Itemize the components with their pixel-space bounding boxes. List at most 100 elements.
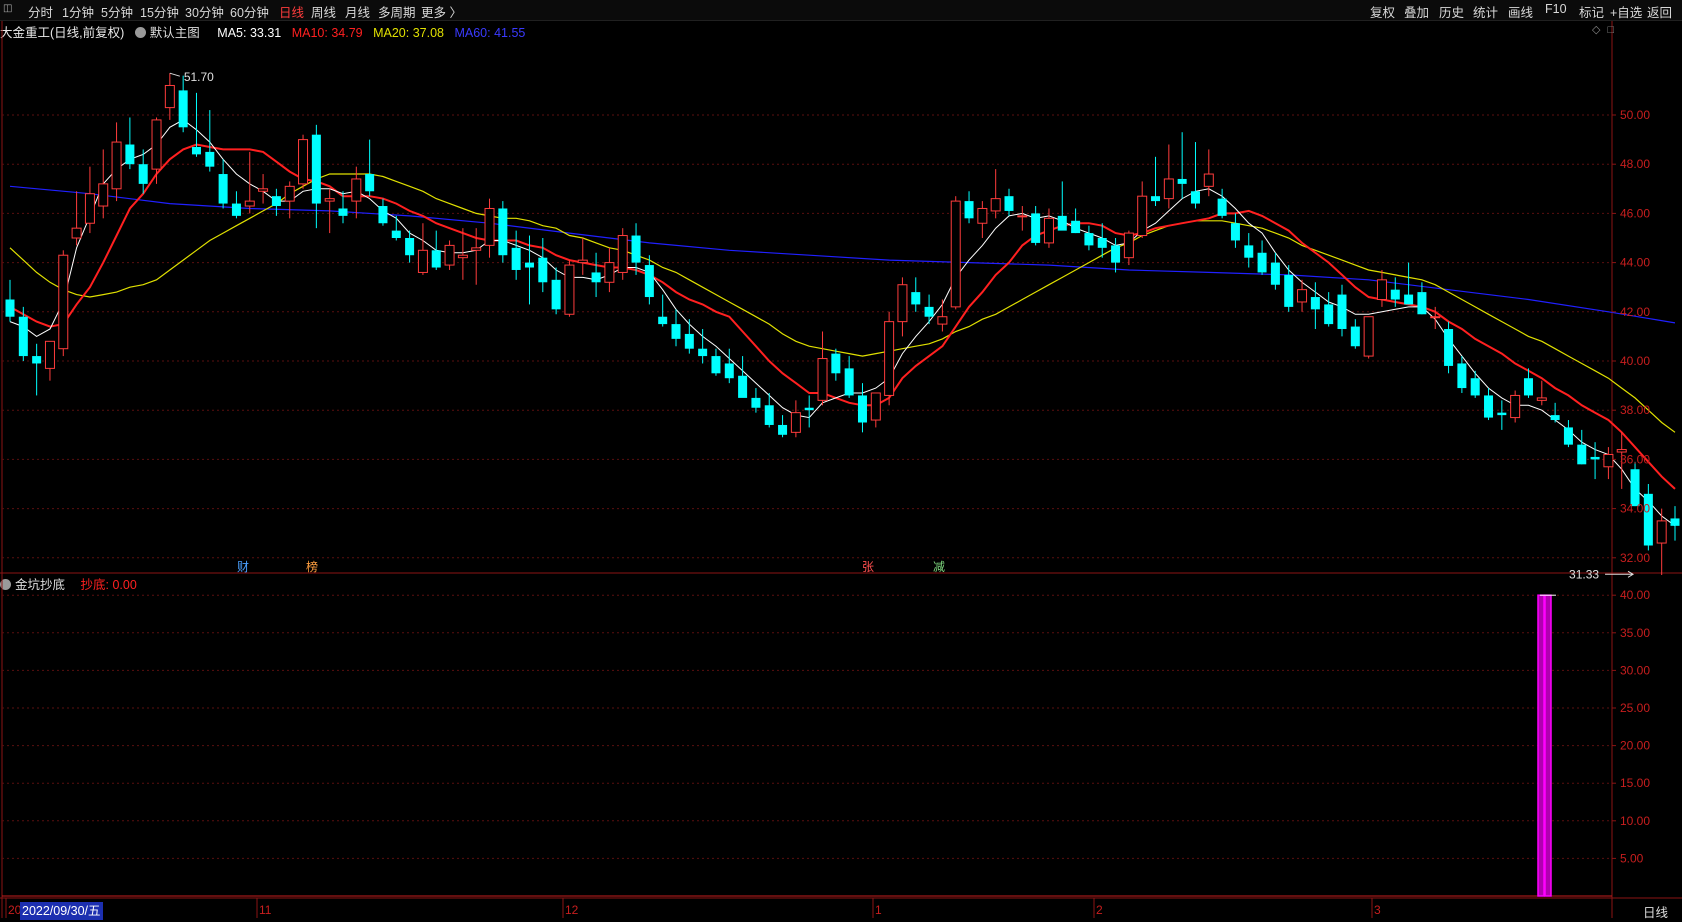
candle-body: [950, 200, 961, 308]
time-tick-label: 3: [1374, 903, 1381, 917]
candle-body: [698, 348, 708, 357]
candle-body: [564, 264, 575, 315]
event-flag-1[interactable]: 榜: [306, 558, 318, 575]
candle: [831, 348, 841, 381]
candle: [1230, 213, 1240, 248]
indicator-tick-label: 10.00: [1620, 814, 1650, 828]
candle: [1270, 252, 1280, 290]
candle: [551, 267, 561, 315]
candle: [511, 230, 521, 280]
candle-body: [1151, 196, 1161, 202]
candle: [1084, 225, 1094, 251]
event-flag-0[interactable]: 财: [237, 558, 249, 575]
candle: [1190, 142, 1200, 209]
candle-body: [804, 407, 814, 411]
candle: [44, 340, 55, 381]
candle-body: [1244, 245, 1254, 258]
candle-body: [1376, 279, 1387, 301]
candle-body: [1111, 245, 1121, 263]
price-tick-label: 46.00: [1620, 206, 1650, 220]
candle: [1337, 284, 1347, 337]
candle: [711, 348, 721, 376]
candle-body: [71, 227, 82, 239]
price-tick-label: 50.00: [1620, 108, 1650, 122]
candle-body: [244, 200, 255, 207]
candle: [258, 174, 269, 204]
candle: [1004, 188, 1014, 216]
candle: [1363, 316, 1374, 359]
candle-body: [831, 353, 841, 374]
candle: [1350, 319, 1360, 349]
ma10-line: [9, 143, 1676, 490]
candle: [32, 343, 42, 396]
candle-body: [684, 333, 694, 349]
candle-body: [724, 363, 734, 379]
time-tick-label: 11: [259, 903, 272, 917]
candle: [1284, 265, 1294, 312]
candle-body: [1297, 289, 1308, 303]
candle: [298, 134, 309, 189]
candle-body: [711, 356, 721, 374]
candle: [778, 415, 788, 438]
stock-chart[interactable]: 50.00 48.00 46.00 44.00 42.00 40.00 38.00 36.00…: [0, 0, 1682, 922]
price-tick-label: 34.00: [1620, 502, 1650, 516]
price-tick-label: 44.00: [1620, 256, 1650, 270]
candle-body: [365, 174, 375, 192]
candle: [444, 240, 455, 270]
candle: [1177, 132, 1187, 199]
candle-body: [911, 292, 921, 305]
candle-body: [1510, 394, 1521, 419]
candle: [98, 149, 109, 219]
candle-body: [844, 368, 854, 396]
candle-body: [1603, 453, 1614, 468]
candle: [884, 311, 895, 406]
candle-body: [1470, 378, 1480, 396]
candle-body: [324, 198, 335, 202]
candle: [658, 294, 668, 327]
price-tick-label: 48.00: [1620, 157, 1650, 171]
candle-body: [1404, 294, 1414, 305]
ma5-line: [9, 119, 1676, 527]
price-tick-label: 38.00: [1620, 403, 1650, 417]
candle-body: [937, 316, 948, 325]
low-label: 31.33: [1569, 567, 1599, 581]
candle: [857, 383, 867, 433]
candle: [964, 191, 974, 224]
candle-body: [58, 254, 69, 350]
event-flag-2[interactable]: 张: [862, 558, 874, 575]
candle-body: [1284, 274, 1294, 307]
candle: [911, 277, 921, 312]
candle: [724, 348, 734, 384]
candle: [191, 92, 201, 157]
candle: [205, 110, 215, 172]
candle: [538, 238, 548, 293]
indicator-tick-label: 20.00: [1620, 739, 1650, 753]
candle-body: [977, 207, 988, 224]
candle: [365, 139, 375, 197]
candle: [244, 151, 255, 214]
candle: [897, 277, 908, 337]
candle: [1043, 208, 1054, 248]
candle-body: [378, 206, 388, 224]
candle: [125, 117, 135, 170]
price-tick-label: 32.00: [1620, 551, 1650, 565]
candle: [804, 395, 814, 428]
candle: [498, 201, 508, 263]
candle-body: [218, 174, 228, 204]
candle-body: [1097, 238, 1107, 248]
expand-icon[interactable]: □: [1608, 24, 1615, 36]
candle: [577, 238, 588, 275]
candle: [817, 331, 828, 406]
event-flag-3[interactable]: 减: [933, 558, 945, 575]
candle-body: [1057, 215, 1067, 231]
candle: [1510, 390, 1521, 423]
candle-body: [511, 247, 521, 270]
candle: [924, 294, 934, 325]
period-label[interactable]: 日线: [1643, 902, 1668, 921]
candle: [5, 279, 15, 322]
candle-body: [258, 188, 269, 192]
candle-body: [457, 254, 468, 259]
candle-body: [1031, 213, 1041, 243]
diamond-icon[interactable]: ◇: [1592, 24, 1600, 36]
candle-body: [764, 405, 774, 425]
